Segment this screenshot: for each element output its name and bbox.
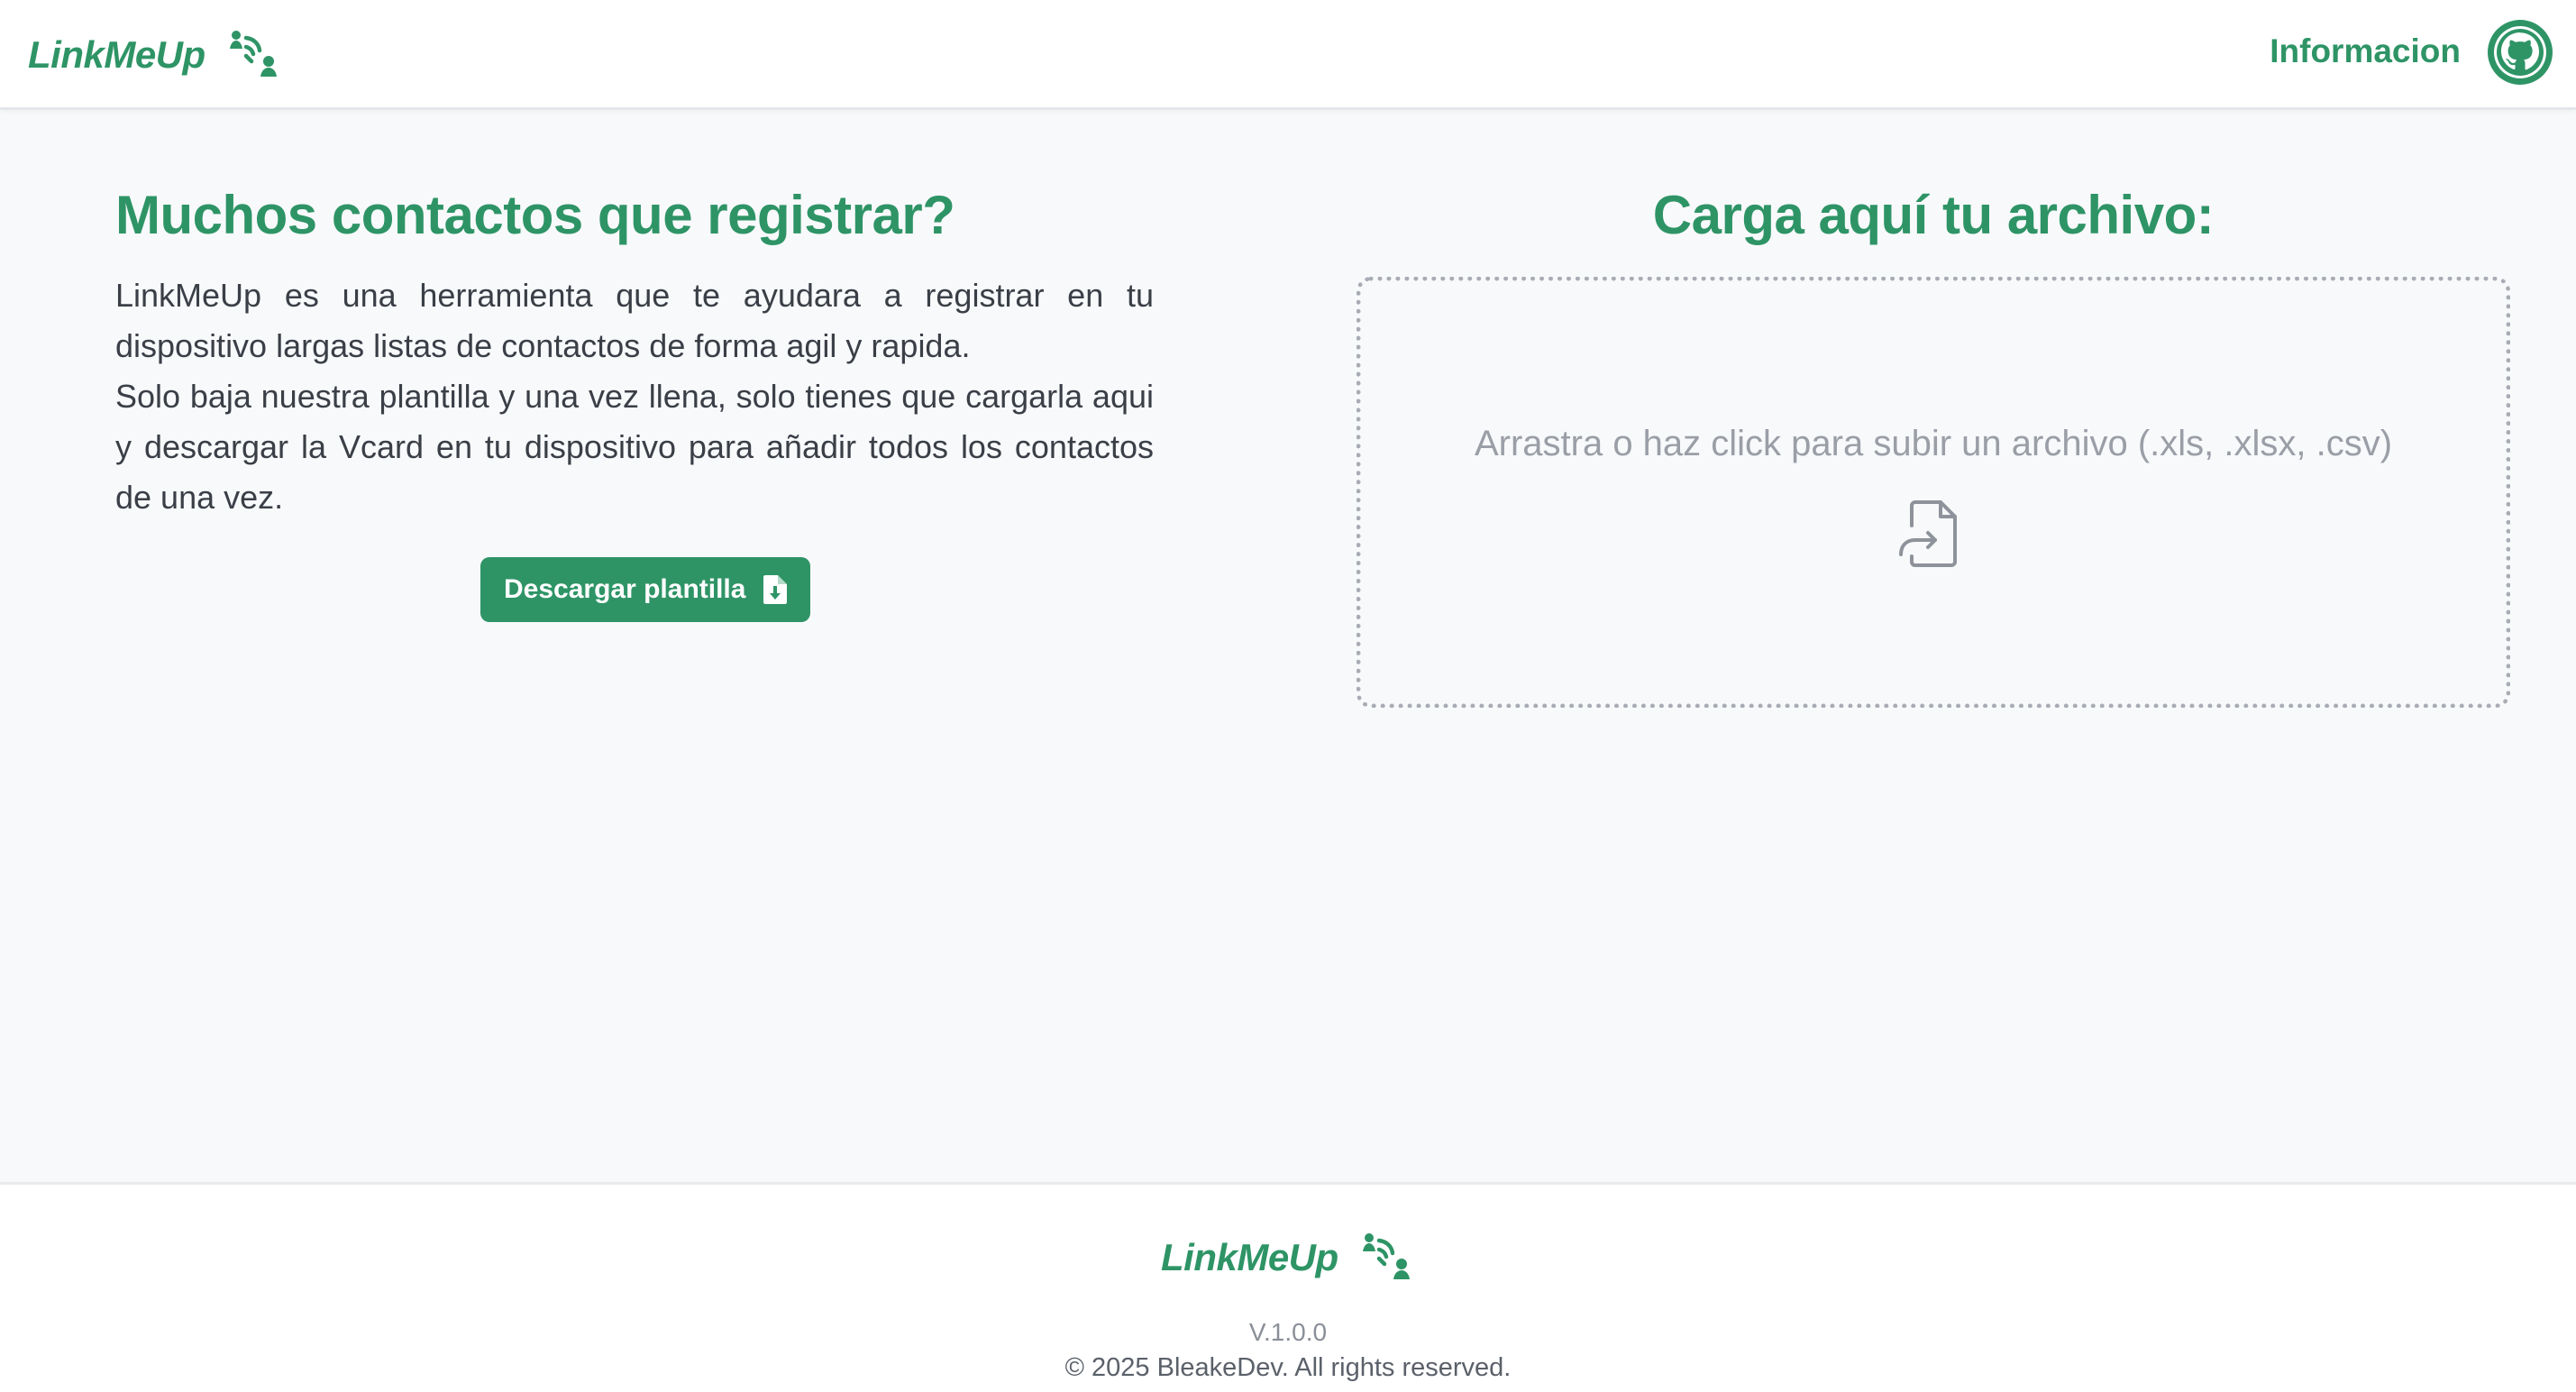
file-import-icon [1897, 499, 1969, 571]
file-download-icon [763, 575, 788, 604]
people-signal-icon [1362, 1230, 1412, 1285]
download-template-button[interactable]: Descargar plantilla [480, 557, 811, 622]
nav-informacion-link[interactable]: Informacion [2270, 32, 2461, 70]
people-signal-icon [229, 27, 279, 82]
dropzone-instructions: Arrastra o haz click para subir un archi… [1474, 424, 2393, 463]
footer-version: V.1.0.0 [1248, 1318, 1328, 1346]
header-brand[interactable]: LinkMeUp [28, 27, 279, 82]
intro-section: Muchos contactos que registrar? LinkMeUp… [115, 180, 1154, 523]
header: LinkMeUp Informacion [0, 0, 2576, 110]
github-icon[interactable] [2488, 20, 2553, 85]
download-button-wrapper: Descargar plantilla [480, 557, 811, 622]
intro-description: LinkMeUp es una herramienta que te ayuda… [115, 270, 1154, 523]
footer: LinkMeUp V.1.0.0 © 2025 BleakeDev. All r… [0, 1182, 2576, 1392]
upload-title: Carga aquí tu archivo: [1652, 185, 2215, 245]
intro-paragraph-2: Solo baja nuestra plantilla y una vez ll… [115, 378, 1154, 516]
footer-brand: LinkMeUp [1161, 1230, 1412, 1285]
brand-logo-text: LinkMeUp [28, 32, 206, 76]
intro-title: Muchos contactos que registrar? [115, 185, 955, 245]
intro-paragraph-1: LinkMeUp es una herramienta que te ayuda… [115, 277, 1154, 364]
footer-logo-text: LinkMeUp [1161, 1235, 1338, 1278]
download-template-label: Descargar plantilla [504, 574, 746, 604]
file-dropzone[interactable]: Arrastra o haz click para subir un archi… [1357, 277, 2510, 708]
footer-copyright: © 2025 BleakeDev. All rights reserved. [1064, 1353, 1512, 1382]
